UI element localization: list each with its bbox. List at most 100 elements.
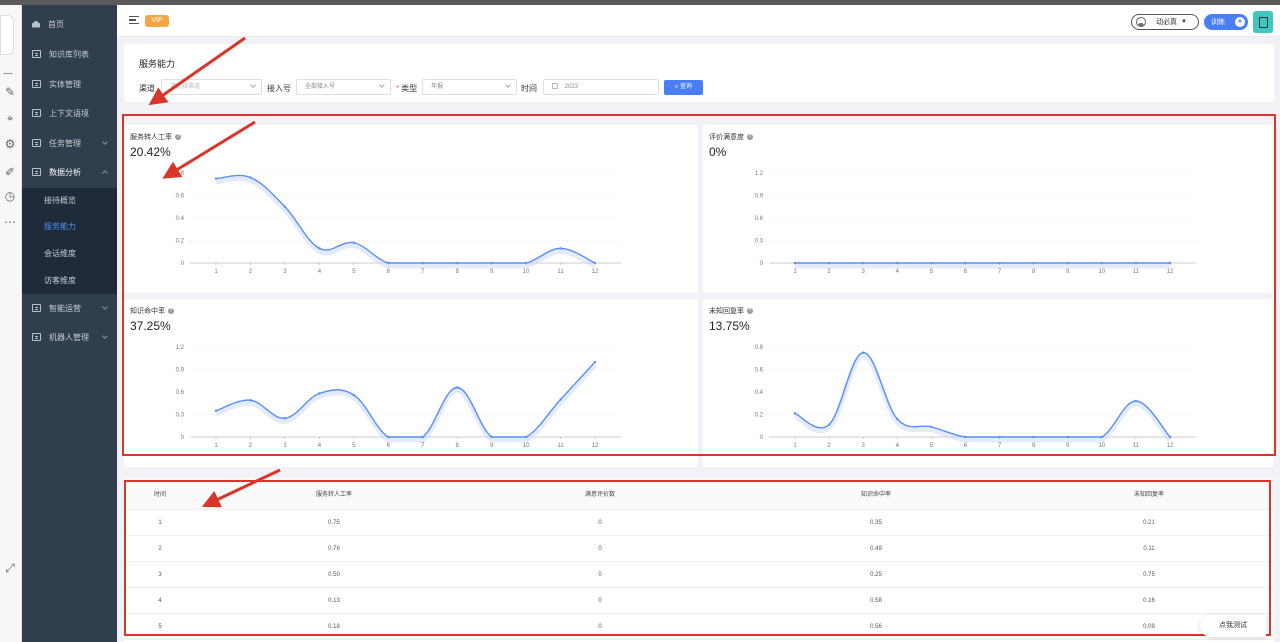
y-tick-label: 0.2: [755, 413, 764, 419]
x-tick-label: 7: [998, 443, 1002, 449]
data-point: [283, 417, 287, 420]
search-icon: ⌕: [674, 84, 679, 90]
x-tick-label: 9: [1066, 443, 1070, 449]
data-point: [352, 393, 356, 397]
x-tick-label: 3: [862, 443, 866, 449]
y-tick-label: 0.6: [755, 216, 764, 222]
page-title: 服务能力: [139, 59, 176, 69]
query-button[interactable]: ⌕ 查询: [664, 80, 703, 95]
y-tick-label: 1.2: [176, 345, 185, 351]
sidebar-submenu: 接待概览 服务能力 会话维度 访客维度: [22, 188, 117, 294]
sidebar-item-label: 上下文语境: [49, 108, 89, 118]
x-tick-label: 1: [214, 269, 218, 275]
y-tick-label: 0.4: [176, 216, 185, 222]
table-row: 2 0.76 0 0.49 0.11: [124, 536, 1274, 562]
y-tick-label: 0: [181, 261, 185, 267]
channel-placeholder: 请选择渠道: [170, 84, 201, 90]
table-row: 1 0.75 0 0.35 0.21: [124, 510, 1274, 536]
data-point: [421, 261, 424, 265]
sidebar-subitem-service[interactable]: 服务能力: [22, 214, 117, 240]
data-point: [964, 435, 967, 439]
data-point: [896, 417, 899, 421]
x-tick-label: 9: [1066, 269, 1070, 275]
help-icon[interactable]: ?: [747, 134, 753, 140]
type-label: * 类型: [396, 83, 417, 94]
sidebar-item-analytics[interactable]: 数据分析: [22, 158, 117, 186]
more-icon[interactable]: ⋯: [2, 215, 18, 229]
y-tick-label: 0: [760, 261, 764, 267]
dock-card[interactable]: [0, 15, 14, 55]
edit-icon[interactable]: ✐: [2, 165, 18, 179]
sidebar-subitem-session[interactable]: 会话维度: [22, 241, 117, 267]
sidebar-subitem-visitor[interactable]: 访客维度: [22, 268, 117, 294]
help-icon[interactable]: ?: [168, 308, 174, 314]
sidebar-item-operations[interactable]: 智能运营: [22, 294, 117, 322]
sidebar-item-entity[interactable]: 实体管理: [22, 70, 117, 98]
pointer-icon[interactable]: ⌖: [2, 111, 18, 125]
table-cell: 0.75: [328, 519, 340, 526]
sidebar-item-label: 任务管理: [49, 138, 81, 148]
table-cell: 0.16: [1143, 597, 1155, 604]
x-tick-label: 5: [352, 443, 356, 449]
x-tick-label: 10: [1098, 443, 1105, 449]
clock-icon[interactable]: ◷: [2, 189, 18, 203]
x-tick-label: 3: [283, 443, 287, 449]
help-icon[interactable]: ?: [747, 308, 753, 314]
home-icon: [32, 20, 40, 28]
test-button[interactable]: 点我测试: [1200, 615, 1266, 637]
data-point: [214, 177, 218, 180]
table-cell: 0.56: [870, 623, 882, 630]
data-point: [318, 392, 321, 395]
table-header-cell: 服务转人工率: [315, 492, 352, 498]
chart-card-satisfaction: 评价满意度? 0% 0 0.3 0.6 0.9 1.2 1 2 3 4 5 6 7 8 9 10 11 12: [703, 125, 1273, 293]
chart-unknown-reply: 00.20.40.60.81 2 3 4 5 6 7 8 9 10 11 12: [755, 345, 1196, 449]
calendar-icon: [552, 83, 558, 89]
x-tick-label: 10: [1098, 269, 1105, 275]
pen-icon[interactable]: ✎: [2, 85, 18, 99]
list-icon: [32, 304, 41, 312]
train-toggle[interactable]: 训练 ★: [1204, 14, 1248, 30]
menu-toggle-icon[interactable]: [129, 16, 139, 24]
sidebar-item-label: 实体管理: [49, 79, 81, 89]
chevron-down-icon: [102, 304, 108, 310]
sidebar-item-context[interactable]: 上下文语境: [22, 99, 117, 127]
sidebar-item-robots[interactable]: 机器人管理: [22, 323, 117, 351]
x-tick-label: 6: [387, 443, 391, 449]
type-select[interactable]: 年报: [422, 79, 517, 95]
table-cell: 0.18: [328, 623, 340, 630]
sidebar-item-home[interactable]: 首页: [22, 10, 117, 38]
chart-title-text: 未知回复率: [709, 308, 744, 315]
channel-select[interactable]: 请选择渠道: [161, 79, 262, 95]
sidebar-item-label: 数据分析: [49, 167, 81, 177]
chart-card-transfer: 服务转人工率? 20.42% 0 0.2 0.4 0.6 0.8 1 2 3 4 5 6 7 8 9 10 1…: [124, 125, 698, 293]
table-cell: 0: [598, 597, 602, 604]
help-icon[interactable]: ?: [175, 134, 181, 140]
sidebar-item-tasks[interactable]: 任务管理: [22, 129, 117, 157]
table-cell: 0: [598, 571, 602, 578]
time-picker[interactable]: 2023: [543, 79, 659, 95]
chart-card-unknown-reply: 未知回复率? 13.75% 0 0.2 0.4 0.6 0.8 1 2 3 4 5 6 7 8 9 10 11…: [703, 299, 1273, 467]
x-tick-label: 7: [998, 269, 1002, 275]
sidebar-subitem-overview[interactable]: 接待概览: [22, 188, 117, 214]
list-icon: [32, 333, 41, 341]
table-header-cell: 时间: [153, 492, 166, 498]
data-point: [455, 386, 459, 389]
user-menu[interactable]: 动必真 ▼: [1131, 14, 1199, 30]
data-point: [1168, 261, 1172, 265]
table-header: 时间 服务转人工率 满意评价数 知识命中率 未知回复率: [124, 478, 1274, 510]
data-point: [861, 261, 865, 265]
x-tick-label: 4: [896, 443, 900, 449]
x-tick-label: 11: [1133, 269, 1140, 275]
table-row: 3 0.50 0 0.25 0.75: [124, 562, 1274, 588]
sidebar-item-knowledge[interactable]: 知识库列表: [22, 40, 117, 68]
expand-icon[interactable]: ⤢: [2, 561, 18, 575]
y-tick-label: 0.6: [755, 368, 764, 374]
table-header-cell: 知识命中率: [860, 492, 891, 498]
x-tick-label: 8: [456, 443, 460, 449]
access-select[interactable]: 全部接入号: [296, 79, 391, 95]
document-icon[interactable]: [1253, 11, 1273, 33]
data-point: [827, 261, 831, 265]
settings-icon[interactable]: ⚙: [2, 137, 18, 151]
table-cell: 3: [158, 571, 162, 578]
table-cell: 0.75: [1143, 571, 1155, 578]
